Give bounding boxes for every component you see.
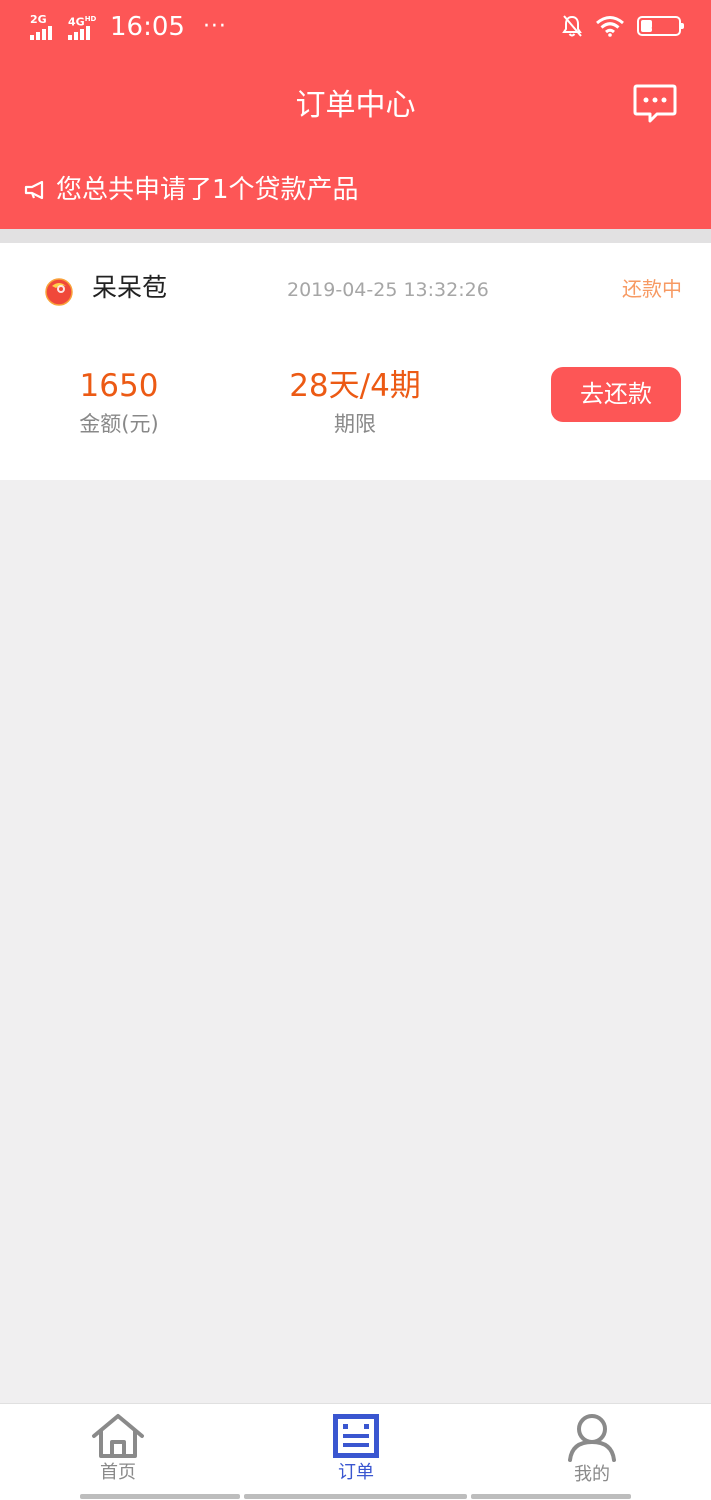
bottom-tab-bar: 首页 订单 我的	[0, 1403, 711, 1500]
nav-indicator-right	[471, 1494, 631, 1499]
battery-level: 31	[650, 18, 668, 33]
product-name: 呆呆苞	[92, 273, 168, 302]
more-notifications-icon: ···	[202, 14, 227, 39]
nav-indicator-left	[80, 1494, 240, 1499]
user-icon	[568, 1414, 616, 1462]
tab-home-label: 首页	[100, 1462, 136, 1483]
product-logo-icon	[45, 278, 73, 306]
amount-value: 1650	[79, 368, 159, 404]
term-label: 期限	[334, 412, 376, 436]
signal-2g-icon: 2G	[30, 14, 60, 40]
megaphone-icon	[24, 180, 44, 200]
clock: 16:05	[110, 12, 185, 42]
repay-button[interactable]: 去还款	[551, 367, 681, 422]
order-status-badge: 还款中	[622, 277, 682, 301]
order-time: 2019-04-25 13:32:26	[287, 279, 489, 301]
home-icon	[92, 1414, 144, 1458]
section-divider	[0, 229, 711, 243]
page-title: 订单中心	[295, 88, 416, 123]
tab-home[interactable]: 首页	[58, 1412, 178, 1492]
bell-muted-icon	[562, 15, 582, 37]
network-type-1: 2G	[30, 13, 47, 26]
term-value: 28天/4期	[289, 368, 421, 404]
battery-icon: 31	[637, 16, 684, 36]
notice-text: 您总共申请了1个贷款产品	[56, 175, 359, 205]
status-left: 2G 4GHD 16:05 ···	[30, 12, 227, 42]
tab-mine-label: 我的	[574, 1464, 610, 1485]
tab-order-label: 订单	[338, 1462, 374, 1483]
tab-order[interactable]: 订单	[296, 1412, 416, 1492]
tab-mine[interactable]: 我的	[532, 1412, 652, 1492]
amount-label: 金额(元)	[79, 412, 159, 436]
chat-bubble-icon[interactable]	[633, 84, 677, 124]
signal-4g-icon: 4GHD	[68, 14, 98, 40]
nav-indicator-center	[244, 1494, 467, 1499]
header: 2G 4GHD 16:05 ··· 31 订单中心 您总共申请了1个贷款产品	[0, 0, 711, 229]
notice-bar: 您总共申请了1个贷款产品	[24, 172, 359, 208]
status-right: 31	[561, 14, 684, 38]
wifi-icon	[596, 16, 624, 37]
status-bar: 2G 4GHD 16:05 ··· 31	[0, 0, 711, 56]
order-list-icon	[333, 1414, 379, 1458]
